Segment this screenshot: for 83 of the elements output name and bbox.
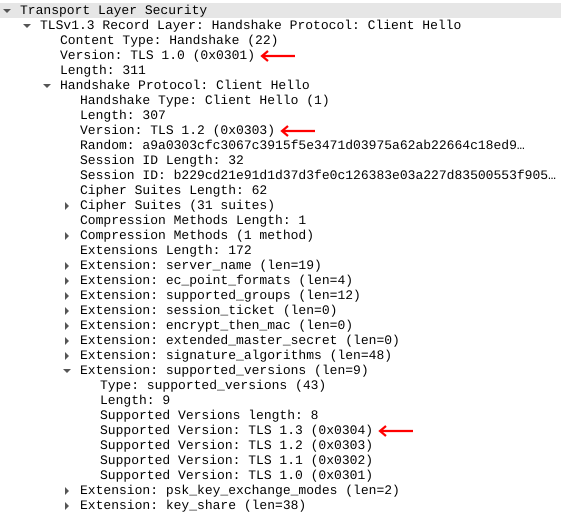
expand-triangle-icon[interactable] xyxy=(63,202,71,210)
tree-item-label: Supported Version: TLS 1.3 (0x0304) xyxy=(100,423,374,438)
tree-row[interactable]: Extension: signature_algorithms (len=48) xyxy=(0,348,561,363)
expand-triangle-icon[interactable] xyxy=(63,336,71,344)
tree-item-label: Handshake Protocol: Client Hello xyxy=(60,78,310,93)
expand-triangle-icon[interactable] xyxy=(63,306,71,314)
tree-item-label: Extension: encrypt_then_mac (len=0) xyxy=(80,318,354,333)
tree-row[interactable]: Version: TLS 1.2 (0x0303) xyxy=(0,123,561,138)
tree-row[interactable]: Session ID Length: 32 xyxy=(0,153,561,168)
expand-triangle-icon[interactable] xyxy=(63,502,71,510)
tree-row[interactable]: Length: 9 xyxy=(0,393,561,408)
tree-item-label: TLSv1.3 Record Layer: Handshake Protocol: Client Hello xyxy=(40,18,462,33)
tree-row[interactable]: Cipher Suites Length: 62 xyxy=(0,183,561,198)
tree-item-label: Version: TLS 1.2 (0x0303) xyxy=(80,123,276,138)
tree-item-label: Extensions Length: 172 xyxy=(80,243,252,258)
tree-row[interactable]: Cipher Suites (31 suites) xyxy=(0,198,561,213)
expand-triangle-icon[interactable] xyxy=(63,486,71,494)
tree-item-label: Supported Version: TLS 1.2 (0x0303) xyxy=(100,438,374,453)
tree-row[interactable]: Extension: supported_versions (len=9) xyxy=(0,363,561,378)
tree-row[interactable]: Type: supported_versions (43) xyxy=(0,378,561,393)
tree-item-label: Extension: session_ticket (len=0) xyxy=(80,303,338,318)
tree-item-label: Supported Versions length: 8 xyxy=(100,408,318,423)
tree-row[interactable]: Extensions Length: 172 xyxy=(0,243,561,258)
tree-row[interactable]: Random: a9a0303cfc3067c3915f5e3471d03975a62ab22664c18ed9… xyxy=(0,138,561,153)
tree-row[interactable]: Extension: session_ticket (len=0) xyxy=(0,303,561,318)
tree-item-label: Cipher Suites (31 suites) xyxy=(80,198,276,213)
tree-row[interactable]: Compression Methods (1 method) xyxy=(0,228,561,243)
tree-item-label: Extension: key_share (len=38) xyxy=(80,498,306,513)
tree-item-label: Content Type: Handshake (22) xyxy=(60,33,278,48)
tree-item-label: Length: 9 xyxy=(100,393,170,408)
tree-item-label: Length: 311 xyxy=(60,63,146,78)
collapse-triangle-icon[interactable] xyxy=(23,22,31,30)
tree-item-label: Extension: server_name (len=19) xyxy=(80,258,322,273)
tree-row[interactable]: Handshake Type: Client Hello (1) xyxy=(0,93,561,108)
expand-triangle-icon[interactable] xyxy=(63,292,71,300)
tree-row[interactable]: Compression Methods Length: 1 xyxy=(0,213,561,228)
tree-row[interactable]: Supported Versions length: 8 xyxy=(0,408,561,423)
tree-row[interactable]: Supported Version: TLS 1.1 (0x0302) xyxy=(0,453,561,468)
tree-row[interactable]: Supported Version: TLS 1.3 (0x0304) xyxy=(0,423,561,438)
tree-row[interactable]: Extension: supported_groups (len=12) xyxy=(0,288,561,303)
tree-row[interactable]: Extension: server_name (len=19) xyxy=(0,258,561,273)
tree-item-label: Session ID: b229cd21e91d1d37d3fe0c126383e03a227d83500553f905… xyxy=(80,168,556,183)
tree-item-label: Cipher Suites Length: 62 xyxy=(80,183,268,198)
tree-item-label: Extension: supported_versions (len=9) xyxy=(80,363,369,378)
expand-triangle-icon[interactable] xyxy=(63,352,71,360)
tree-row[interactable]: Handshake Protocol: Client Hello xyxy=(0,78,561,93)
tree-row[interactable]: Session ID: b229cd21e91d1d37d3fe0c126383e03a227d83500553f905… xyxy=(0,168,561,183)
tree-row[interactable]: Version: TLS 1.0 (0x0301) xyxy=(0,48,561,63)
tree-row[interactable]: Supported Version: TLS 1.0 (0x0301) xyxy=(0,468,561,483)
tree-row[interactable]: Length: 311 xyxy=(0,63,561,78)
collapse-triangle-icon[interactable] xyxy=(63,366,71,374)
tree-item-label: Random: a9a0303cfc3067c3915f5e3471d03975a62ab22664c18ed9… xyxy=(80,138,525,153)
expand-triangle-icon[interactable] xyxy=(63,276,71,284)
tree-item-label: Length: 307 xyxy=(80,108,166,123)
tree-row[interactable]: Length: 307 xyxy=(0,108,561,123)
tree-row[interactable]: TLSv1.3 Record Layer: Handshake Protocol: Client Hello xyxy=(0,18,561,33)
tree-row[interactable]: Extension: extended_master_secret (len=0) xyxy=(0,333,561,348)
collapse-triangle-icon[interactable] xyxy=(3,6,11,14)
tree-item-label: Extension: ec_point_formats (len=4) xyxy=(80,273,354,288)
expand-triangle-icon[interactable] xyxy=(63,232,71,240)
tree-item-label: Extension: psk_key_exchange_modes (len=2) xyxy=(80,483,400,498)
tree-item-label: Session ID Length: 32 xyxy=(80,153,244,168)
tree-item-label: Extension: supported_groups (len=12) xyxy=(80,288,361,303)
expand-triangle-icon[interactable] xyxy=(63,322,71,330)
tree-item-label: Transport Layer Security xyxy=(20,3,208,18)
tree-item-label: Type: supported_versions (43) xyxy=(100,378,326,393)
tree-row[interactable]: Extension: psk_key_exchange_modes (len=2) xyxy=(0,483,561,498)
tree-row[interactable]: Extension: encrypt_then_mac (len=0) xyxy=(0,318,561,333)
tree-item-label: Compression Methods Length: 1 xyxy=(80,213,306,228)
tree-item-label: Supported Version: TLS 1.1 (0x0302) xyxy=(100,453,374,468)
tree-item-label: Compression Methods (1 method) xyxy=(80,228,314,243)
tree-item-label: Version: TLS 1.0 (0x0301) xyxy=(60,48,256,63)
tree-item-label: Handshake Type: Client Hello (1) xyxy=(80,93,330,108)
tree-item-label: Extension: extended_master_secret (len=0) xyxy=(80,333,400,348)
tree-row[interactable]: Extension: ec_point_formats (len=4) xyxy=(0,273,561,288)
tree-row[interactable]: Extension: key_share (len=38) xyxy=(0,498,561,513)
tree-row[interactable]: Content Type: Handshake (22) xyxy=(0,33,561,48)
tree-row[interactable]: Supported Version: TLS 1.2 (0x0303) xyxy=(0,438,561,453)
collapse-triangle-icon[interactable] xyxy=(43,82,51,90)
tree-item-label: Extension: signature_algorithms (len=48) xyxy=(80,348,392,363)
expand-triangle-icon[interactable] xyxy=(63,262,71,270)
tree-item-label: Supported Version: TLS 1.0 (0x0301) xyxy=(100,468,374,483)
tree-row[interactable]: Transport Layer Security xyxy=(0,3,561,18)
